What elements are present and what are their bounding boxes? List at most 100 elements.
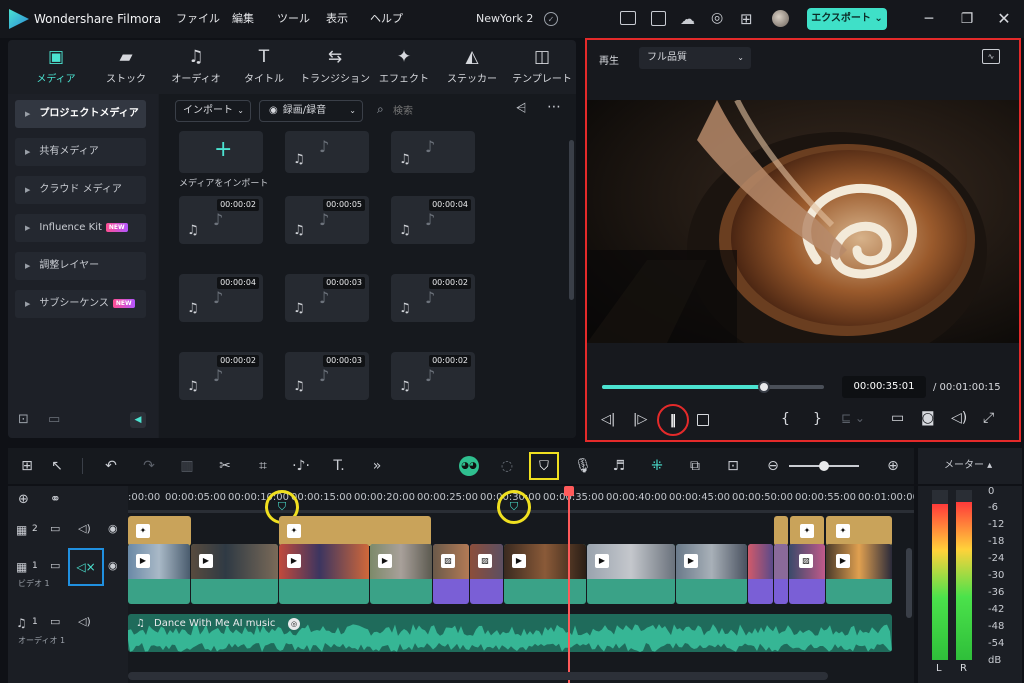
import-media-tile[interactable]: + bbox=[179, 131, 263, 173]
video-clip[interactable]: ▶ bbox=[191, 544, 278, 604]
tab-effect[interactable]: ✦ エフェクト bbox=[372, 46, 436, 90]
audio-clip[interactable]: ♫ Dance With Me AI music ◎ bbox=[128, 614, 892, 652]
close-icon[interactable]: ✕ bbox=[995, 10, 1013, 28]
title-clip[interactable] bbox=[774, 516, 788, 546]
timeline-h-scrollbar[interactable] bbox=[128, 672, 828, 680]
microphone-icon[interactable]: 🎙︎ bbox=[572, 457, 594, 475]
sidebar-item-shared-media[interactable]: ▶ 共有メディア bbox=[15, 138, 146, 166]
video-clip[interactable]: ▶ bbox=[279, 544, 369, 604]
video-clip-purple[interactable]: ▨ bbox=[470, 544, 503, 604]
menu-file[interactable]: ファイル bbox=[176, 0, 220, 38]
new-folder-icon[interactable]: ⊡ bbox=[18, 412, 29, 427]
menu-help[interactable]: ヘルプ bbox=[370, 0, 403, 38]
tab-transition[interactable]: ⇆ トランジション bbox=[300, 46, 370, 90]
meter-header[interactable]: メーター ▴ bbox=[918, 448, 1022, 484]
title-clip[interactable]: ✦ bbox=[279, 516, 431, 546]
media-tile[interactable]: ♫ ♪ bbox=[391, 131, 475, 173]
folder-icon[interactable]: ▭ bbox=[50, 559, 60, 572]
sidebar-item-project-media[interactable]: ▶ プロジェクトメディア bbox=[15, 100, 146, 128]
media-tile[interactable]: 00:00:02 ♫ ♪ bbox=[179, 352, 263, 400]
avatar[interactable] bbox=[772, 10, 789, 27]
video-clip-purple[interactable]: ▨ bbox=[433, 544, 469, 604]
menu-view[interactable]: 表示 bbox=[326, 0, 348, 38]
playhead[interactable] bbox=[568, 494, 570, 683]
support-headset-icon[interactable]: ◎ bbox=[711, 10, 723, 26]
filter-icon[interactable]: ⩤ bbox=[516, 101, 526, 116]
media-tile[interactable]: 00:00:05 ♫ ♪ bbox=[285, 196, 369, 244]
folder-icon[interactable]: ▭ bbox=[48, 412, 60, 427]
media-tile[interactable]: 00:00:02 ♫ ♪ bbox=[391, 274, 475, 322]
crop-tool-icon[interactable]: ⌗ bbox=[252, 457, 274, 475]
video-clip[interactable]: ▶ bbox=[504, 544, 586, 604]
media-tile[interactable]: 00:00:03 ♫ ♪ bbox=[285, 352, 369, 400]
title-clip[interactable]: ✦ bbox=[128, 516, 191, 546]
media-tile[interactable]: 00:00:02 ♫ ♪ bbox=[179, 196, 263, 244]
fit-icon[interactable]: ⊡ bbox=[722, 457, 744, 475]
eye-icon[interactable]: ◉ bbox=[108, 559, 118, 572]
title-clip[interactable]: ✦ bbox=[790, 516, 824, 546]
layout-icon[interactable] bbox=[620, 11, 636, 25]
select-tool-icon[interactable]: ↖ bbox=[46, 457, 68, 475]
next-frame-icon[interactable]: |▷ bbox=[633, 412, 647, 427]
media-tile[interactable]: ♫ ♪ bbox=[285, 131, 369, 173]
video-clip[interactable]: ▶ bbox=[128, 544, 190, 604]
more-tools-icon[interactable]: » bbox=[366, 457, 388, 475]
stop-icon[interactable] bbox=[697, 414, 709, 426]
mark-in-icon[interactable]: { bbox=[781, 411, 790, 427]
tab-sticker[interactable]: ◭ ステッカー bbox=[440, 46, 504, 90]
progress-track[interactable] bbox=[602, 385, 824, 389]
snap-icon[interactable]: ⁜ bbox=[646, 457, 668, 475]
sidebar-item-cloud-media[interactable]: ▶ クラウド メディア bbox=[15, 176, 146, 204]
tab-audio[interactable]: ♫ オーディオ bbox=[164, 46, 228, 90]
video-clip[interactable]: ▶ bbox=[826, 544, 892, 604]
more-icon[interactable]: ⋯ bbox=[547, 99, 561, 115]
layout-grid-icon[interactable]: ⊞ bbox=[16, 457, 38, 475]
mute-button[interactable]: ◁× bbox=[68, 548, 104, 586]
menu-edit[interactable]: 編集 bbox=[232, 0, 254, 38]
quality-dropdown[interactable]: フル品質 ⌄ bbox=[639, 47, 751, 69]
video-clip[interactable]: ▶ bbox=[370, 544, 432, 604]
zoom-in-icon[interactable]: ⊕ bbox=[882, 457, 904, 475]
menu-tools[interactable]: ツール bbox=[277, 0, 310, 38]
ai-assistant-icon[interactable]: ◕◕ bbox=[459, 456, 479, 476]
video-clip[interactable]: ▶ bbox=[587, 544, 675, 604]
apps-grid-icon[interactable]: ⊞ bbox=[740, 10, 753, 28]
video-clip-purple[interactable]: ▨ bbox=[789, 544, 825, 604]
video-clip-purple[interactable] bbox=[774, 544, 788, 604]
record-dropdown[interactable]: ◉ 録画/録音 ⌄ bbox=[259, 100, 363, 122]
search-input[interactable] bbox=[393, 102, 503, 120]
title-clip[interactable]: ✦ bbox=[826, 516, 892, 546]
display-icon[interactable]: ▭ bbox=[891, 410, 904, 426]
marker-highlight[interactable]: ⛉ bbox=[497, 490, 531, 524]
audio-edit-icon[interactable]: ·♪· bbox=[290, 457, 312, 475]
tab-template[interactable]: ◫ テンプレート bbox=[508, 46, 576, 90]
prev-frame-icon[interactable]: ◁| bbox=[601, 412, 615, 427]
save-icon[interactable] bbox=[651, 11, 666, 26]
zoom-handle[interactable] bbox=[819, 461, 829, 471]
undo-icon[interactable]: ↶ bbox=[100, 457, 122, 475]
text-tool-icon[interactable]: T. bbox=[328, 457, 350, 475]
fullscreen-icon[interactable]: ⤢ bbox=[983, 410, 994, 426]
music-track-icon[interactable]: ♬ bbox=[608, 457, 630, 475]
link-icon[interactable]: ⚭ bbox=[50, 492, 61, 507]
sidebar-item-subsequence[interactable]: ▶ サブシーケンス NEW bbox=[15, 290, 146, 318]
volume-icon[interactable]: ◁) bbox=[78, 522, 91, 535]
collapse-sidebar-icon[interactable]: ◀ bbox=[130, 412, 146, 428]
pause-button[interactable]: ‖ bbox=[657, 404, 689, 436]
import-dropdown[interactable]: インポート ⌄ bbox=[175, 100, 251, 122]
camera-icon[interactable]: ◙ bbox=[921, 410, 935, 426]
tab-media[interactable]: ▣ メディア bbox=[24, 46, 88, 90]
zoom-out-icon[interactable]: ⊖ bbox=[762, 457, 784, 475]
tab-title[interactable]: T タイトル bbox=[232, 46, 296, 90]
folder-icon[interactable]: ▭ bbox=[50, 522, 60, 535]
sidebar-item-influence-kit[interactable]: ▶ Influence Kit NEW bbox=[15, 214, 146, 242]
snapshot-quality-icon[interactable]: ∿ bbox=[982, 49, 1000, 64]
maximize-icon[interactable]: ❐ bbox=[958, 10, 976, 28]
cut-icon[interactable]: ✂ bbox=[214, 457, 236, 475]
sidebar-item-adjustment-layer[interactable]: ▶ 調整レイヤー bbox=[15, 252, 146, 280]
minimize-icon[interactable]: ─ bbox=[920, 10, 938, 28]
media-scrollbar[interactable] bbox=[569, 140, 574, 300]
mark-out-icon[interactable]: } bbox=[813, 411, 822, 427]
media-tile[interactable]: 00:00:03 ♫ ♪ bbox=[285, 274, 369, 322]
add-track-icon[interactable]: ⊕ bbox=[18, 492, 29, 507]
